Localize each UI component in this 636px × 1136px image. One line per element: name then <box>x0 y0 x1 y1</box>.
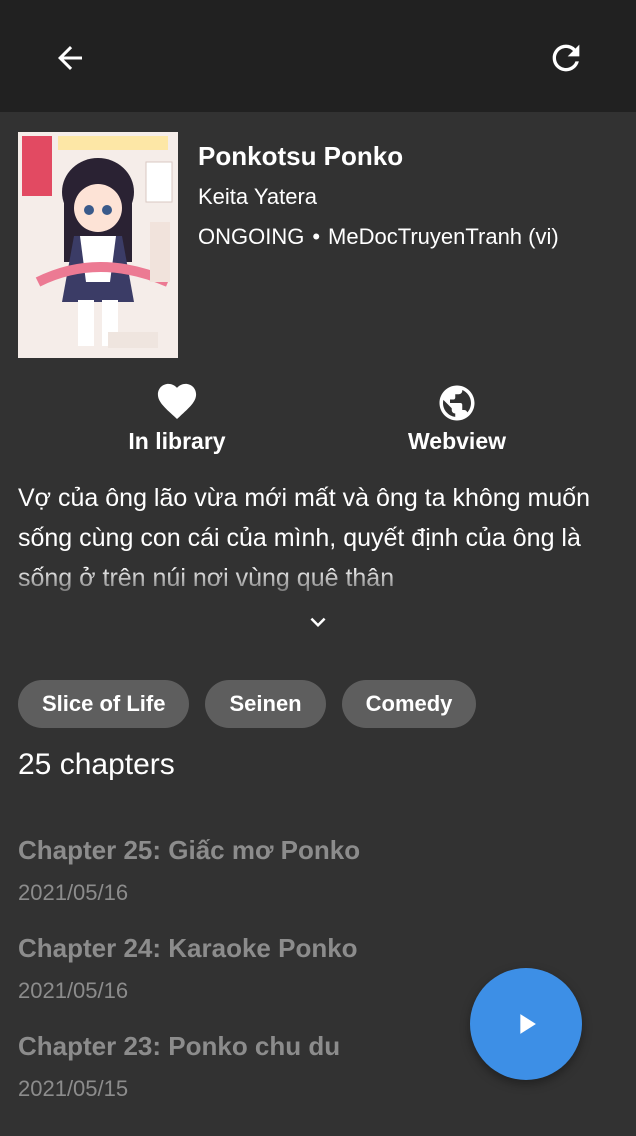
in-library-label: In library <box>128 428 226 454</box>
manga-author: Keita Yatera <box>198 184 318 209</box>
chapter-date: 2021/05/16 <box>18 880 129 905</box>
expand-description-button[interactable] <box>293 604 343 640</box>
chevron-down-icon <box>310 617 326 627</box>
source-label: MeDocTruyenTranh (vi) <box>328 224 559 249</box>
cover-art <box>18 132 178 358</box>
chapter-title: Chapter 24: Karaoke Ponko <box>18 933 358 963</box>
manga-meta: ONGOING • MeDocTruyenTranh (vi) <box>198 222 618 252</box>
in-library-button[interactable]: In library <box>77 382 277 455</box>
manga-info: Ponkotsu Ponko Keita Yatera ONGOING • MeDo… <box>198 138 618 252</box>
refresh-button[interactable] <box>536 28 596 88</box>
status-label: ONGOING <box>198 224 305 249</box>
webview-button[interactable]: Webview <box>357 382 557 455</box>
play-icon <box>520 1014 536 1034</box>
resume-reading-button[interactable] <box>470 968 582 1080</box>
arrow-back-icon <box>58 46 82 70</box>
meta-separator: • <box>312 224 321 249</box>
webview-label: Webview <box>408 428 506 454</box>
manga-title: Ponkotsu Ponko <box>198 141 404 171</box>
chapter-count: 25 chapters <box>18 748 175 781</box>
heart-icon <box>157 383 197 419</box>
genre-list: Slice of Life Seinen Comedy <box>18 680 477 728</box>
app-bar <box>0 0 636 112</box>
cover-image[interactable] <box>18 132 178 358</box>
genre-chip[interactable]: Comedy <box>341 680 477 728</box>
description-fade <box>0 566 636 606</box>
globe-icon <box>439 385 475 421</box>
back-button[interactable] <box>40 28 100 88</box>
refresh-icon <box>552 44 580 72</box>
genre-chip[interactable]: Slice of Life <box>18 680 190 728</box>
chapter-title: Chapter 25: Giấc mơ Ponko <box>18 835 361 865</box>
chapter-item[interactable]: Chapter 25: Giấc mơ Ponko 2021/05/16 <box>18 830 618 928</box>
genre-chip[interactable]: Seinen <box>205 680 326 728</box>
